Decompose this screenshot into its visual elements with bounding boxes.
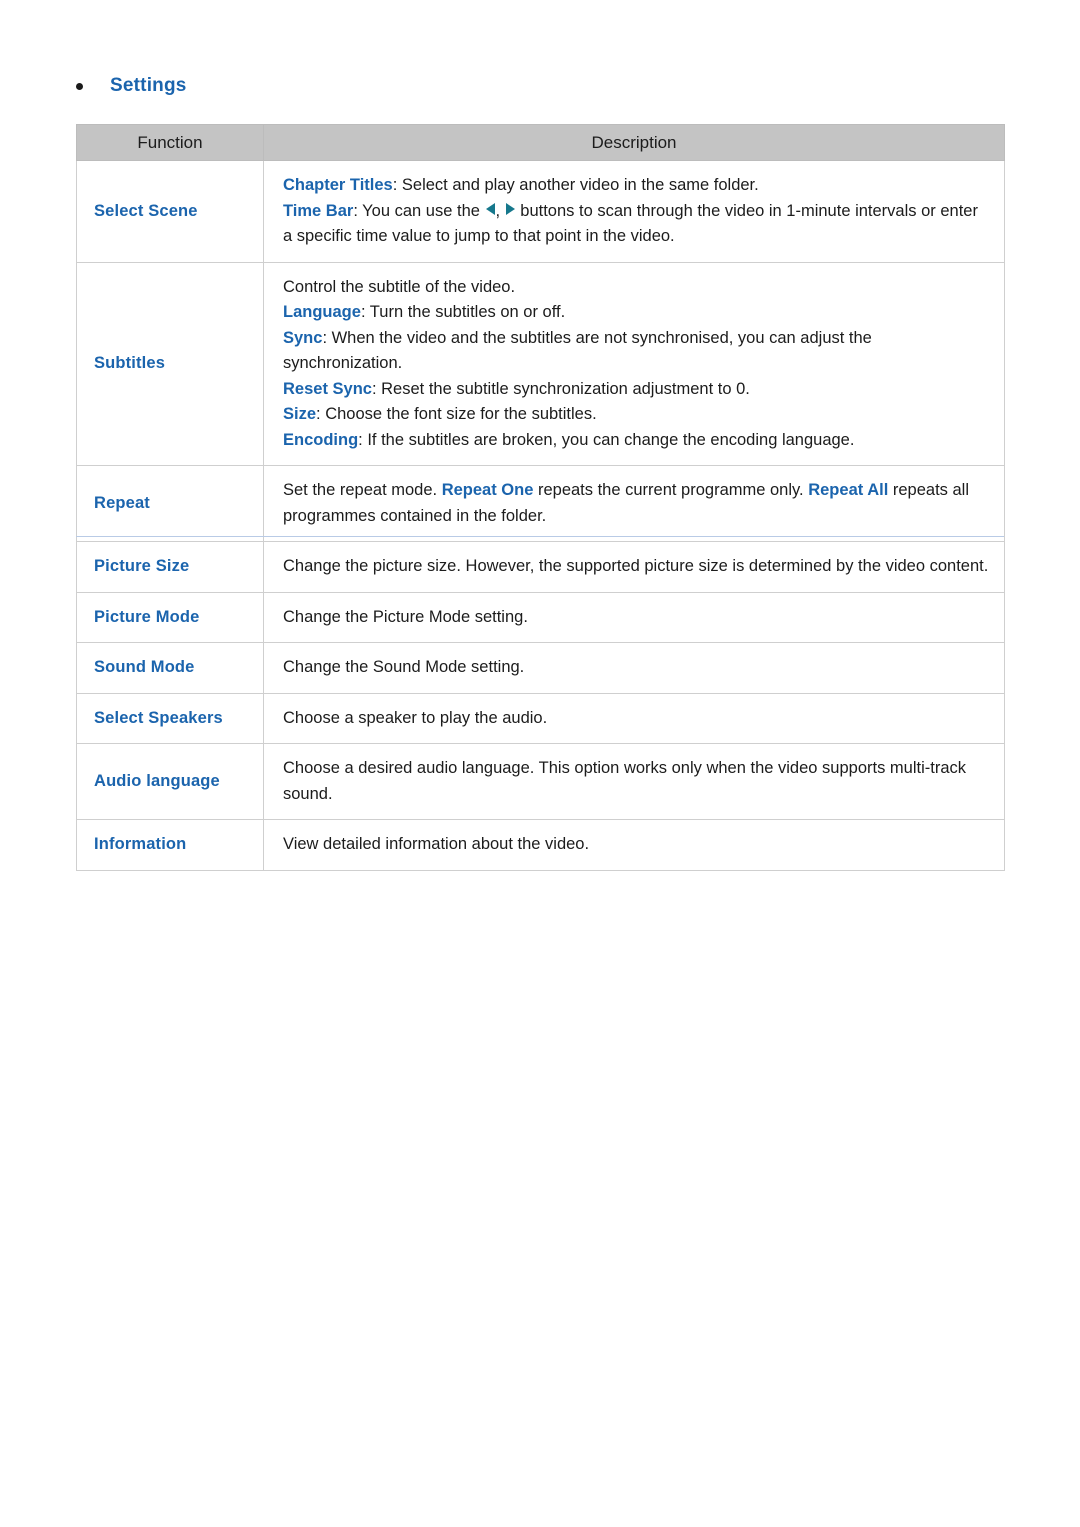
column-header-description: Description	[263, 124, 1005, 161]
table-row: Information View detailed information ab…	[76, 819, 1005, 871]
desc-text: : If the subtitles are broken, you can c…	[358, 430, 855, 449]
document-page: Settings Function Description Select Sce…	[0, 0, 1080, 1527]
table-row: Picture Size Change the picture size. Ho…	[76, 541, 1005, 593]
table-row: Select Speakers Choose a speaker to play…	[76, 692, 1005, 744]
desc-text-before-arrows: : You can use the	[353, 201, 485, 220]
description-information: View detailed information about the vide…	[263, 819, 1005, 871]
desc-line: Control the subtitle of the video.	[283, 275, 990, 301]
table-header-row: Function Description	[76, 124, 1005, 161]
desc-text: : Turn the subtitles on or off.	[360, 303, 566, 321]
table-row: Picture Mode Change the Picture Mode set…	[76, 591, 1005, 643]
function-label-sound-mode: Sound Mode	[76, 642, 264, 694]
description-repeat: Set the repeat mode. Repeat One repeats …	[263, 465, 1005, 542]
function-label-information: Information	[76, 819, 264, 871]
desc-text: Set the repeat mode.	[283, 481, 442, 499]
page-title: Settings	[110, 75, 187, 96]
keyword-time-bar: Time Bar	[283, 201, 354, 220]
description-subtitles: Control the subtitle of the video. Langu…	[263, 261, 1005, 466]
function-label-select-speakers: Select Speakers	[76, 692, 264, 744]
arrow-right-icon	[505, 202, 515, 215]
keyword-size: Size	[283, 405, 317, 423]
settings-table: Function Description Select Scene Chapte…	[76, 124, 1005, 871]
desc-text: repeats the current programme only.	[533, 481, 809, 499]
section-heading: Settings	[76, 72, 187, 100]
table-row: Subtitles Control the subtitle of the vi…	[76, 261, 1005, 466]
keyword-repeat-all: Repeat All	[808, 481, 889, 499]
keyword-repeat-one: Repeat One	[441, 481, 534, 499]
function-label-repeat: Repeat	[76, 465, 264, 542]
desc-text: : When the video and the subtitles are n…	[283, 328, 872, 373]
function-label-select-scene: Select Scene	[76, 160, 264, 263]
arrow-left-icon	[485, 202, 495, 215]
desc-line: Encoding: If the subtitles are broken, y…	[283, 428, 990, 454]
table-row: Sound Mode Change the Sound Mode setting…	[76, 642, 1005, 694]
keyword-encoding: Encoding	[283, 430, 359, 449]
desc-text: : Choose the font size for the subtitles…	[316, 405, 597, 423]
function-label-picture-size: Picture Size	[76, 541, 264, 593]
description-sound-mode: Change the Sound Mode setting.	[263, 642, 1005, 694]
keyword-sync: Sync	[283, 328, 323, 347]
keyword-chapter-titles: Chapter Titles	[283, 176, 393, 194]
desc-line: Set the repeat mode. Repeat One repeats …	[283, 478, 990, 529]
arrow-separator: ,	[495, 201, 501, 220]
description-select-speakers: Choose a speaker to play the audio.	[263, 692, 1005, 744]
function-label-audio-language: Audio language	[76, 743, 264, 820]
desc-line: Time Bar: You can use the , buttons to s…	[283, 199, 990, 250]
bullet-icon	[76, 82, 83, 90]
description-picture-mode: Change the Picture Mode setting.	[263, 591, 1005, 643]
description-select-scene: Chapter Titles: Select and play another …	[263, 160, 1005, 263]
table-row: Repeat Set the repeat mode. Repeat One r…	[76, 465, 1005, 542]
keyword-language: Language	[283, 303, 361, 321]
keyword-reset-sync: Reset Sync	[283, 379, 372, 398]
description-audio-language: Choose a desired audio language. This op…	[263, 743, 1005, 820]
desc-line: Chapter Titles: Select and play another …	[283, 173, 990, 199]
desc-line: Reset Sync: Reset the subtitle synchroni…	[283, 377, 990, 403]
desc-line: Language: Turn the subtitles on or off.	[283, 300, 990, 326]
desc-text: Control the subtitle of the video.	[283, 277, 516, 296]
table-row: Audio language Choose a desired audio la…	[76, 743, 1005, 820]
function-label-picture-mode: Picture Mode	[76, 591, 264, 643]
description-picture-size: Change the picture size. However, the su…	[263, 541, 1005, 593]
table-row: Select Scene Chapter Titles: Select and …	[76, 160, 1005, 263]
column-header-function: Function	[76, 124, 264, 161]
desc-text: : Reset the subtitle synchronization adj…	[371, 379, 750, 398]
desc-text: : Select and play another video in the s…	[392, 176, 759, 194]
page-break-rule	[76, 536, 1004, 537]
function-label-subtitles: Subtitles	[76, 261, 264, 466]
desc-line: Size: Choose the font size for the subti…	[283, 402, 990, 428]
desc-line: Sync: When the video and the subtitles a…	[283, 326, 990, 377]
